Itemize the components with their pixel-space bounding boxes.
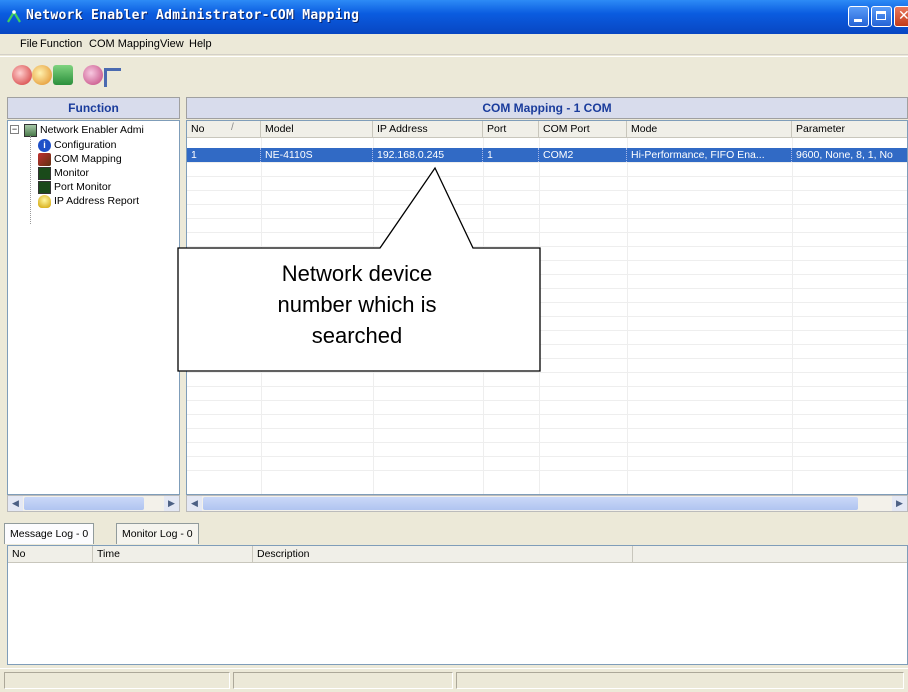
cell-parameter[interactable]: 9600, None, 8, 1, No [792, 148, 907, 162]
cell-com-port[interactable]: COM2 [539, 148, 627, 162]
log-tabs: Message Log - 0 Monitor Log - 0 [0, 520, 908, 544]
log-column-description[interactable]: Description [253, 546, 633, 563]
log-list[interactable]: No Time Description [7, 545, 908, 665]
scroll-left-icon[interactable]: ◀ [187, 496, 202, 511]
tree-label: IP Address Report [54, 195, 140, 207]
tool-icon[interactable] [104, 68, 121, 87]
tree-label: Port Monitor [54, 181, 112, 193]
scroll-right-icon[interactable]: ▶ [892, 496, 907, 511]
tab-message-log[interactable]: Message Log - 0 [4, 523, 95, 544]
status-pane [4, 672, 230, 689]
minimize-icon [854, 19, 862, 22]
function-panel-header: Function [7, 97, 180, 119]
log-column-no[interactable]: No [8, 546, 93, 563]
close-button[interactable]: ✕ [894, 6, 908, 27]
menu-com-mapping[interactable]: COM Mapping [89, 38, 160, 50]
callout-text: Network device number which is searched [178, 258, 536, 351]
settings-icon[interactable] [83, 65, 103, 85]
left-horizontal-scrollbar[interactable]: ◀ ▶ [7, 495, 180, 512]
window-title: Network Enabler Administrator-COM Mappin… [26, 8, 360, 23]
menu-function[interactable]: Function [40, 38, 82, 50]
menu-bar: File Function COM Mapping View Help [0, 34, 908, 55]
column-header-mode[interactable]: Mode [627, 121, 792, 138]
search-icon[interactable] [12, 65, 32, 85]
lightbulb-icon [38, 195, 51, 208]
scroll-thumb[interactable] [24, 497, 144, 510]
cell-mode[interactable]: Hi-Performance, FIFO Ena... [627, 148, 792, 162]
menu-view[interactable]: View [160, 38, 184, 50]
scroll-left-icon[interactable]: ◀ [8, 496, 23, 511]
status-pane [233, 672, 453, 689]
sort-indicator-icon: / [231, 122, 234, 133]
monitor-icon [38, 167, 51, 180]
callout-line: number which is [277, 292, 437, 317]
column-header-no[interactable]: No [187, 121, 261, 138]
tree-label: Monitor [54, 167, 90, 179]
column-header-com-port[interactable]: COM Port [539, 121, 627, 138]
minimize-button[interactable] [848, 6, 869, 27]
column-header-ip-address[interactable]: IP Address [373, 121, 483, 138]
column-header-model[interactable]: Model [261, 121, 373, 138]
close-icon: ✕ [898, 8, 908, 24]
callout-line: Network device [281, 261, 433, 286]
grid-horizontal-scrollbar[interactable]: ◀ ▶ [186, 495, 908, 512]
column-header-parameter[interactable]: Parameter [792, 121, 907, 138]
scroll-right-icon[interactable]: ▶ [164, 496, 179, 511]
log-column-time[interactable]: Time [93, 546, 253, 563]
collapse-icon[interactable]: − [10, 125, 19, 134]
tree-label: Network Enabler Admi [40, 124, 144, 136]
com-mapping-icon [38, 153, 51, 166]
column-header-port[interactable]: Port [483, 121, 539, 138]
title-bar[interactable]: Network Enabler Administrator-COM Mappin… [0, 0, 908, 34]
tree-label: Configuration [54, 139, 117, 151]
function-tree[interactable]: − Network Enabler Admi i Configuration C… [7, 120, 180, 495]
toolbar [0, 56, 908, 95]
status-pane [456, 672, 904, 689]
app-icon [7, 9, 21, 23]
status-bar [0, 668, 908, 692]
map-icon[interactable] [53, 65, 73, 85]
scroll-thumb[interactable] [203, 497, 858, 510]
tree-label: COM Mapping [54, 153, 122, 165]
log-column-empty [633, 546, 907, 563]
menu-help[interactable]: Help [189, 38, 212, 50]
com-mapping-header: COM Mapping - 1 COM [186, 97, 908, 119]
callout-line: searched [311, 323, 403, 348]
maximize-icon [876, 11, 886, 20]
port-monitor-icon [38, 181, 51, 194]
maximize-button[interactable] [871, 6, 892, 27]
info-icon: i [38, 139, 51, 152]
refresh-icon[interactable] [32, 65, 52, 85]
menu-file[interactable]: File [20, 38, 38, 50]
tab-monitor-log[interactable]: Monitor Log - 0 [116, 523, 199, 544]
